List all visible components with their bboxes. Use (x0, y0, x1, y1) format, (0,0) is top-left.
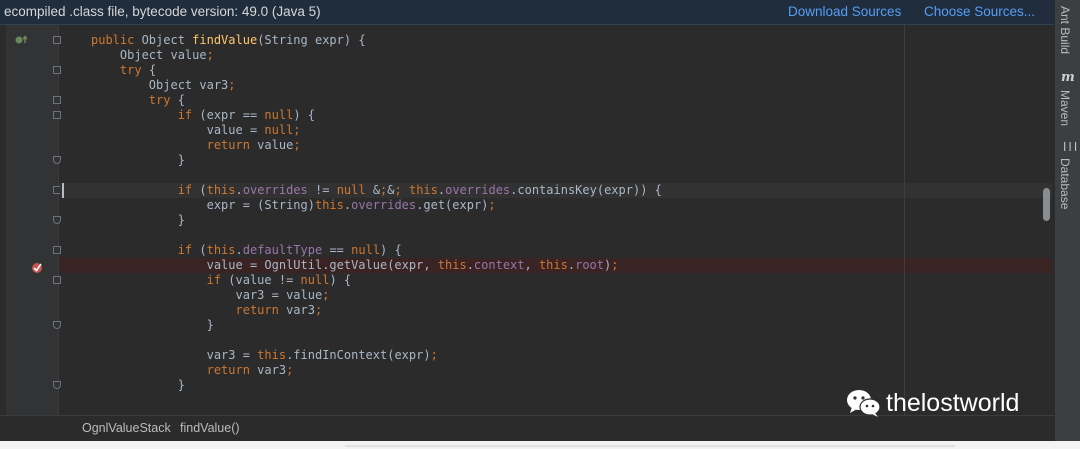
code-line[interactable]: var3 = this.findInContext(expr); (91, 348, 438, 363)
code-line[interactable]: Object value; (91, 48, 214, 63)
database-tab[interactable]: Database (1058, 158, 1072, 209)
download-sources-link[interactable]: Download Sources (788, 4, 901, 19)
code-line[interactable]: if (expr == null) { (91, 108, 315, 123)
code-line[interactable]: return value; (91, 138, 301, 153)
code-line[interactable]: Object var3; (91, 78, 236, 93)
breakpoint-icon[interactable] (30, 260, 44, 274)
right-tool-window-bar: Ant Build m Maven ||| Database (1054, 0, 1080, 441)
code-line[interactable]: return var3; (91, 363, 294, 378)
breadcrumb-separator-icon: › (165, 421, 170, 435)
breadcrumb-method[interactable]: findValue() (180, 421, 240, 435)
code-line[interactable]: try { (91, 63, 156, 78)
breadcrumb: OgnlValueStack › findValue() (0, 415, 1054, 441)
editor-gutter[interactable] (0, 25, 61, 415)
wechat-icon (847, 390, 881, 417)
choose-sources-link[interactable]: Choose Sources... (924, 4, 1035, 19)
override-method-icon[interactable] (15, 35, 29, 45)
ant-build-tab[interactable]: Ant Build (1058, 6, 1072, 54)
breadcrumb-class[interactable]: OgnlValueStack (82, 421, 171, 435)
code-line[interactable]: value = null; (91, 123, 301, 138)
text-caret (62, 183, 64, 198)
watermark-text: thelostworld (886, 388, 1020, 417)
code-line[interactable]: var3 = value; (91, 288, 329, 303)
code-line[interactable]: } (91, 153, 185, 168)
code-line[interactable]: value = OgnlUtil.getValue(expr, this.con… (91, 258, 619, 273)
decompiled-banner: ecompiled .class file, bytecode version:… (0, 0, 1054, 25)
code-line[interactable]: if (value != null) { (91, 273, 352, 288)
code-line[interactable]: } (91, 318, 214, 333)
banner-message: ecompiled .class file, bytecode version:… (4, 4, 321, 19)
code-line[interactable]: } (91, 378, 185, 393)
code-editor[interactable]: ecompiled .class file, bytecode version:… (0, 0, 1054, 441)
code-line[interactable]: public Object findValue(String expr) { (91, 33, 366, 48)
code-line[interactable]: expr = (String)this.overrides.get(expr); (91, 198, 496, 213)
code-line[interactable]: if (this.overrides != null &;&; this.ove… (91, 183, 662, 198)
database-icon: ||| (1062, 142, 1079, 152)
maven-icon: m (1061, 70, 1075, 85)
code-line[interactable]: } (91, 213, 185, 228)
code-line[interactable]: if (this.defaultType == null) { (91, 243, 402, 258)
watermark: thelostworld (846, 388, 1019, 418)
vertical-scrollbar-thumb[interactable] (1043, 188, 1050, 221)
right-margin-guide (904, 25, 905, 415)
bottom-strip (345, 445, 955, 447)
code-line[interactable]: try { (91, 93, 185, 108)
code-line[interactable]: return var3; (91, 303, 323, 318)
maven-tab[interactable]: Maven (1058, 90, 1072, 126)
